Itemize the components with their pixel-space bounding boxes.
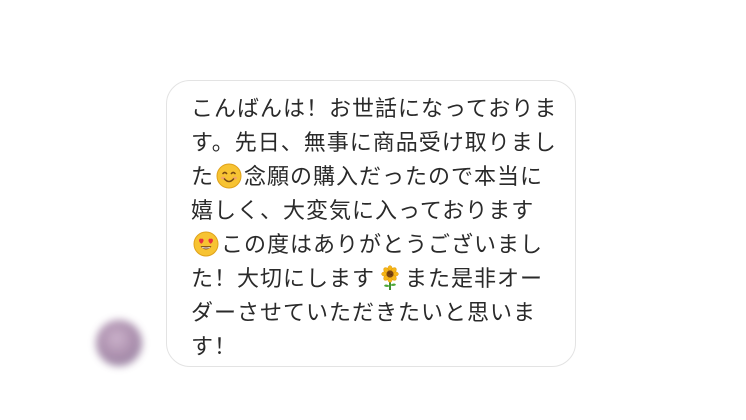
smiling-face-icon bbox=[216, 163, 242, 189]
avatar[interactable] bbox=[96, 320, 142, 366]
sunflower-icon bbox=[377, 265, 403, 291]
message-line: この度はありがとうございまし bbox=[191, 229, 555, 263]
message-line: 嬉しく、大変気に入っております bbox=[191, 199, 535, 224]
message-text: こんばんは！お世話になっておりま す。先日、無事に商品受け取りまし た 念願の購… bbox=[191, 93, 558, 365]
chat-area: こんばんは！お世話になっておりま す。先日、無事に商品受け取りまし た 念願の購… bbox=[0, 0, 746, 420]
message-line: こんばんは！お世話になっておりま bbox=[191, 97, 558, 122]
message-fragment: 念願の購入だったので本当に bbox=[244, 165, 544, 190]
message-fragment: また是非オー bbox=[405, 267, 544, 292]
message-fragment: た bbox=[191, 165, 215, 190]
message-line: た 念願の購入だったので本当に bbox=[191, 161, 555, 195]
message-fragment: た！大切にします bbox=[191, 267, 376, 292]
message-line: す！ bbox=[191, 335, 238, 360]
message-line: た！大切にします また是非オー bbox=[191, 263, 555, 297]
message-line: す。先日、無事に商品受け取りまし bbox=[191, 131, 557, 156]
message-fragment: この度はありがとうございまし bbox=[221, 233, 544, 258]
heart-eyes-face-icon bbox=[193, 231, 219, 257]
message-line: ダーさせていただきたいと思いま bbox=[191, 301, 537, 326]
message-bubble[interactable]: こんばんは！お世話になっておりま す。先日、無事に商品受け取りまし た 念願の購… bbox=[166, 80, 576, 367]
